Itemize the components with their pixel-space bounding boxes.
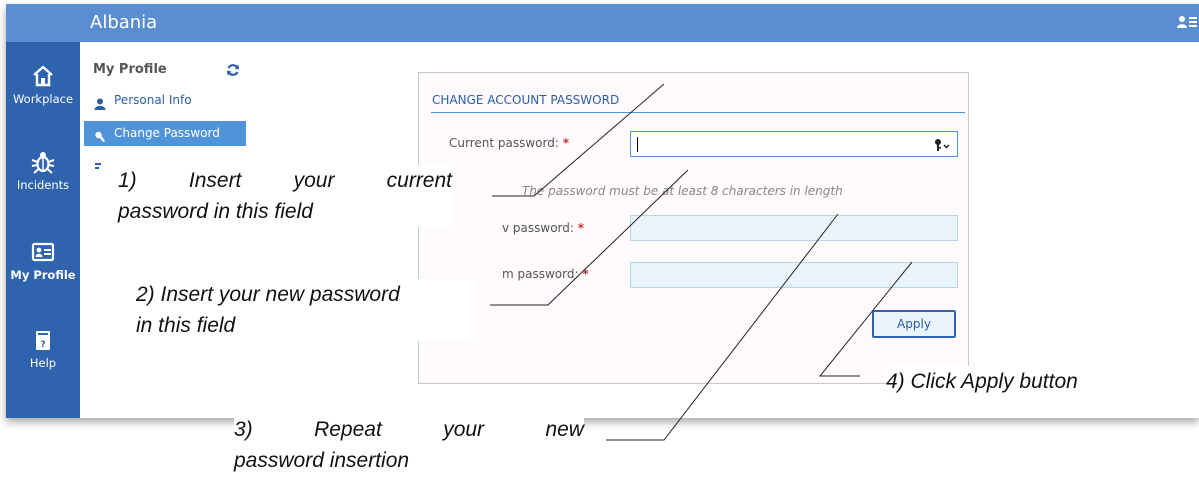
top-bar: Albania	[6, 4, 1199, 42]
callout-1-line-1: 1) Insert your current	[118, 169, 452, 192]
submenu-title: My Profile	[93, 62, 167, 77]
key-dropdown-icon[interactable]	[933, 137, 951, 151]
new-password-label: v password: *	[502, 221, 585, 235]
nav-label-my-profile: My Profile	[10, 268, 76, 282]
apply-button[interactable]: Apply	[872, 310, 956, 338]
nav-label-workplace: Workplace	[12, 92, 74, 106]
nav-item-workplace[interactable]: Workplace	[6, 62, 80, 106]
submenu-item-change-password[interactable]: Change Password	[84, 121, 246, 146]
submenu-item-hidden[interactable]	[84, 152, 104, 177]
nav-item-help[interactable]: ? Help	[6, 326, 80, 370]
confirm-password-label: m password: *	[502, 267, 589, 281]
callout-3: 3) Repeat your new password insertion	[234, 414, 584, 476]
bug-icon	[29, 148, 57, 176]
callout-2-line-2: in this field	[136, 314, 236, 337]
nav-item-incidents[interactable]: Incidents	[6, 148, 80, 192]
current-password-label: Current password: *	[449, 136, 570, 150]
nav-label-help: Help	[29, 356, 57, 370]
svg-text:?: ?	[40, 340, 45, 350]
callout-1: 1) Insert your current password in this …	[118, 165, 452, 227]
password-icon	[94, 127, 106, 142]
text-caret	[637, 137, 638, 152]
nav-label-incidents: Incidents	[16, 178, 70, 192]
nav-item-my-profile[interactable]: My Profile	[6, 238, 80, 282]
settings-icon	[94, 158, 106, 170]
help-book-icon: ?	[29, 326, 57, 354]
callout-3-line-2: password insertion	[234, 449, 410, 472]
callout-1-line-2: password in this field	[118, 200, 313, 223]
home-icon	[29, 62, 57, 90]
country-title: Albania	[90, 12, 158, 33]
callout-2: 2) Insert your new password in this fiel…	[136, 279, 474, 341]
callout-3-line-1: 3) Repeat your new	[234, 418, 584, 441]
callout-4: 4) Click Apply button	[886, 366, 1156, 397]
submenu-item-personal-info[interactable]: Personal Info	[84, 88, 246, 113]
new-password-input[interactable]	[630, 215, 958, 241]
password-length-hint: The password must be at least 8 characte…	[522, 184, 843, 198]
left-nav: Workplace Incidents My Profile ? Help	[6, 42, 80, 418]
required-mark: *	[582, 267, 589, 281]
id-card-icon	[29, 238, 57, 266]
submenu-label-change-password: Change Password	[114, 126, 220, 140]
callout-2-line-1: 2) Insert your new password	[136, 283, 400, 306]
confirm-password-input[interactable]	[630, 262, 958, 288]
required-mark: *	[562, 136, 570, 150]
refresh-icon[interactable]	[226, 62, 240, 76]
profile-submenu: My Profile Personal Info Change Password	[80, 42, 250, 418]
submenu-label-personal-info: Personal Info	[114, 93, 192, 107]
user-menu-icon[interactable]	[1177, 15, 1197, 32]
panel-title: CHANGE ACCOUNT PASSWORD	[432, 93, 620, 107]
required-mark: *	[577, 221, 585, 235]
user-icon	[94, 94, 106, 110]
panel-divider	[431, 112, 965, 113]
current-password-input[interactable]	[630, 131, 958, 157]
